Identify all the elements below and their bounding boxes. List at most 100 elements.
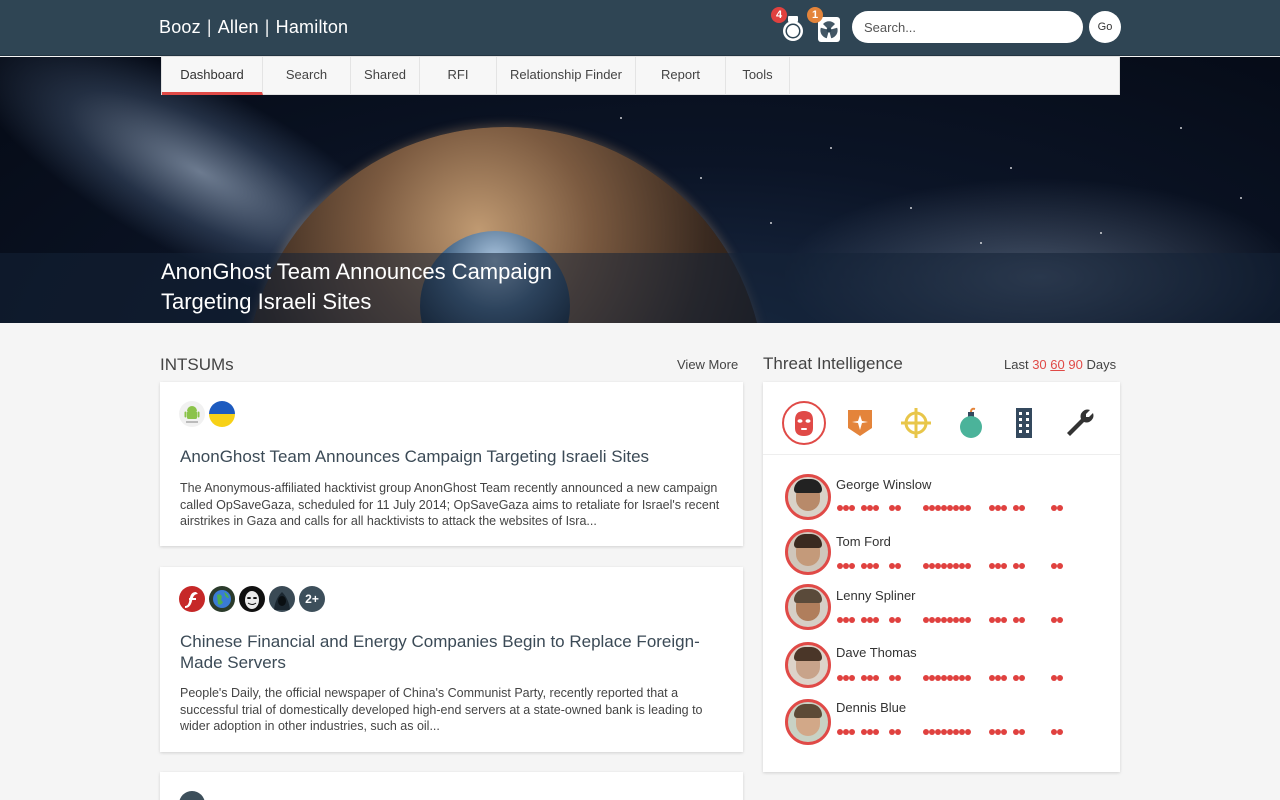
- intsum-card[interactable]: 2+ Chinese Financial and Energy Companie…: [160, 567, 743, 752]
- card-tags: [179, 401, 235, 427]
- threat-actor-name[interactable]: George Winslow: [836, 477, 931, 492]
- search-input[interactable]: [852, 11, 1083, 43]
- building-icon[interactable]: [1002, 401, 1046, 445]
- threat-actor-name[interactable]: Tom Ford: [836, 534, 891, 549]
- top-bar: Booz|Allen|Hamilton 4 1 Go: [0, 0, 1280, 56]
- activity-dot: [1019, 729, 1025, 735]
- view-more-link[interactable]: View More: [677, 357, 738, 372]
- activity-dot: [895, 617, 901, 623]
- avatar[interactable]: [785, 699, 831, 745]
- card-title[interactable]: AnonGhost Team Announces Campaign Target…: [180, 446, 720, 467]
- range-60-link[interactable]: 60: [1050, 357, 1064, 372]
- hero-title[interactable]: AnonGhost Team Announces Campaign Target…: [161, 257, 601, 317]
- alert-count-badge: 1: [807, 7, 823, 23]
- activity-dot: [965, 675, 971, 681]
- activity-dot: [895, 563, 901, 569]
- activity-dot: [849, 505, 855, 511]
- avatar-hair: [794, 479, 822, 493]
- card-tags: [179, 791, 205, 800]
- activity-dot: [873, 563, 879, 569]
- activity-dot: [1001, 675, 1007, 681]
- radiation-alert[interactable]: 1: [807, 7, 843, 44]
- tab-tools[interactable]: Tools: [726, 57, 790, 95]
- activity-dot: [895, 675, 901, 681]
- threat-actor-row[interactable]: Lenny Spliner: [763, 584, 1120, 639]
- tab-search[interactable]: Search: [263, 57, 351, 95]
- activity-dot: [1001, 729, 1007, 735]
- activity-dot: [849, 675, 855, 681]
- card-body: People's Daily, the official newspaper o…: [180, 686, 703, 733]
- card-tags: 2+: [179, 586, 325, 612]
- intsum-card[interactable]: AnonGhost Team Announces Campaign Target…: [160, 382, 743, 546]
- tab-report[interactable]: Report: [636, 57, 726, 95]
- threat-actor-name[interactable]: Lenny Spliner: [836, 588, 916, 603]
- range-90-link[interactable]: 90: [1068, 357, 1082, 372]
- avatar-hair: [794, 534, 822, 548]
- brand-logo[interactable]: Booz | Allen | Hamilton: [159, 17, 348, 38]
- android-icon: [179, 401, 205, 427]
- anonymous-mask-icon: [239, 586, 265, 612]
- star: [620, 117, 622, 119]
- hero-banner[interactable]: AnonGhost Team Announces Campaign Target…: [0, 57, 1280, 323]
- activity-dot: [873, 617, 879, 623]
- bomb-icon[interactable]: [949, 401, 993, 445]
- avatar[interactable]: [785, 474, 831, 520]
- range-30-link[interactable]: 30: [1032, 357, 1046, 372]
- star: [770, 222, 772, 224]
- activity-dot: [1019, 563, 1025, 569]
- activity-dot: [1057, 729, 1063, 735]
- activity-dot: [965, 617, 971, 623]
- main-nav: Dashboard Search Shared RFI Relationship…: [161, 56, 1120, 95]
- threat-actor-row[interactable]: Dave Thomas: [763, 639, 1120, 694]
- activity-dot: [965, 729, 971, 735]
- ukraine-flag-icon: [209, 401, 235, 427]
- brand-part2: Allen: [217, 17, 259, 37]
- crosshair-icon[interactable]: [894, 401, 938, 445]
- activity-dot: [1001, 617, 1007, 623]
- activity-dot: [1019, 675, 1025, 681]
- day-range-selector: Last 30 60 90 Days: [1004, 357, 1116, 372]
- card-body: The Anonymous-affiliated hacktivist grou…: [180, 481, 720, 528]
- go-button[interactable]: Go: [1089, 11, 1121, 43]
- avatar[interactable]: [785, 584, 831, 630]
- card-title[interactable]: Chinese Financial and Energy Companies B…: [180, 631, 720, 673]
- threat-category-bar: [763, 382, 1120, 455]
- activity-dot: [849, 729, 855, 735]
- more-tags-badge[interactable]: 2+: [299, 586, 325, 612]
- activity-dot: [849, 563, 855, 569]
- tab-dashboard[interactable]: Dashboard: [162, 57, 263, 95]
- intsums-title: INTSUMs: [160, 355, 234, 374]
- star: [830, 147, 832, 149]
- brand-separator: |: [206, 17, 212, 37]
- avatar[interactable]: [785, 642, 831, 688]
- tab-rfi[interactable]: RFI: [420, 57, 497, 95]
- star: [1100, 232, 1102, 234]
- tab-relationship-finder[interactable]: Relationship Finder: [497, 57, 636, 95]
- activity-dot: [873, 729, 879, 735]
- globe-icon: [209, 586, 235, 612]
- activity-dot: [873, 505, 879, 511]
- star: [1240, 197, 1242, 199]
- alert-count-badge: 4: [771, 7, 787, 23]
- activity-dot: [1019, 505, 1025, 511]
- avatar-hair: [794, 647, 822, 661]
- grenade-alert[interactable]: 4: [771, 7, 807, 44]
- tag-icon: [179, 791, 205, 800]
- avatar[interactable]: [785, 529, 831, 575]
- activity-dot: [1057, 563, 1063, 569]
- brand-separator: |: [264, 17, 270, 37]
- threat-actor-row[interactable]: Dennis Blue: [763, 694, 1120, 749]
- star: [1180, 127, 1182, 129]
- threat-actor-name[interactable]: Dennis Blue: [836, 700, 906, 715]
- star: [980, 242, 982, 244]
- threat-actor-name[interactable]: Dave Thomas: [836, 645, 917, 660]
- threat-actor-mask-icon[interactable]: [782, 401, 826, 445]
- tab-shared[interactable]: Shared: [351, 57, 420, 95]
- intsum-card[interactable]: [160, 772, 743, 800]
- threat-actor-row[interactable]: Tom Ford: [763, 529, 1120, 584]
- badge-icon[interactable]: [838, 401, 882, 445]
- wrench-icon[interactable]: [1058, 401, 1102, 445]
- star: [1010, 167, 1012, 169]
- threat-actor-row[interactable]: George Winslow: [763, 474, 1120, 529]
- range-suffix: Days: [1086, 357, 1117, 372]
